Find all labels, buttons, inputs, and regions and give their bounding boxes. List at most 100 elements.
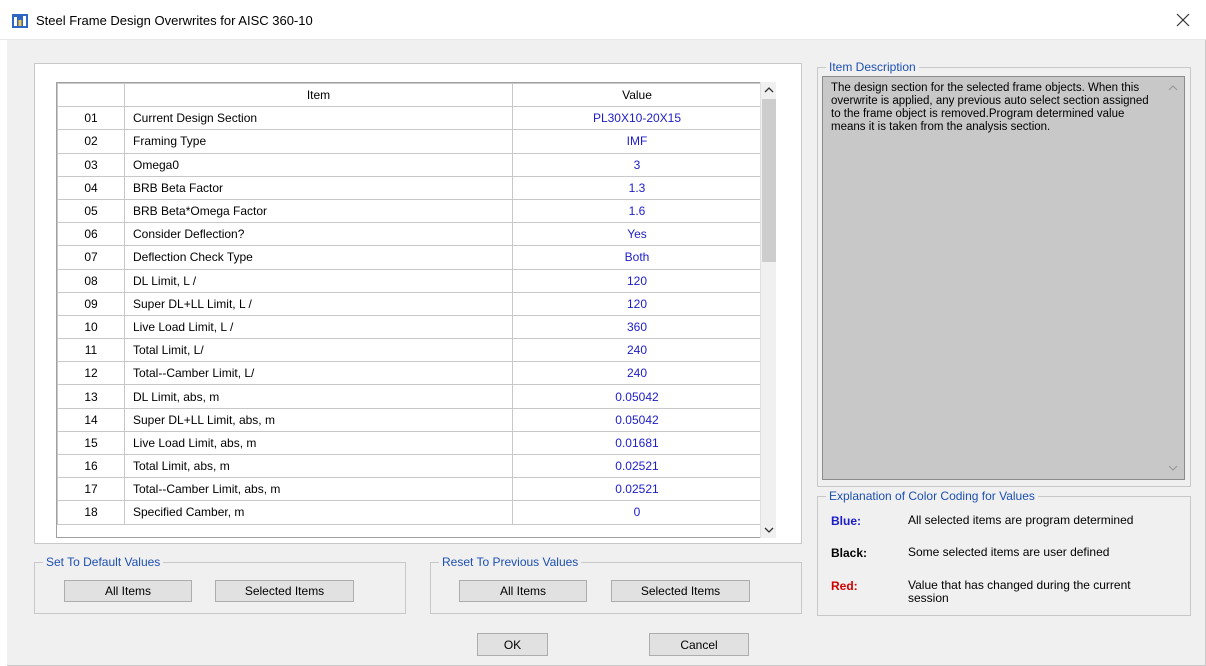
row-value[interactable]: 0.02521	[512, 477, 762, 502]
row-item[interactable]: Deflection Check Type	[124, 245, 513, 270]
app-icon	[12, 14, 28, 28]
row-item[interactable]: Live Load Limit, abs, m	[124, 430, 513, 456]
table-row[interactable]: 13 DL Limit, abs, m 0.05042	[57, 384, 762, 409]
legend-key-black: Black:	[831, 546, 868, 560]
row-value[interactable]: 0.05042	[512, 384, 762, 409]
row-value[interactable]: 3	[512, 152, 762, 177]
row-value[interactable]: 0	[512, 500, 762, 525]
row-item[interactable]: Current Design Section	[124, 106, 513, 131]
row-value[interactable]: Both	[512, 245, 762, 270]
scroll-down-arrow-icon[interactable]	[761, 522, 777, 538]
row-number: 03	[57, 152, 125, 177]
chevron-down-icon[interactable]	[1168, 463, 1178, 473]
row-value[interactable]: 240	[512, 338, 762, 363]
row-number: 16	[57, 453, 125, 479]
table-row[interactable]: 01 Current Design Section PL30X10-20X15	[57, 106, 762, 131]
table-row[interactable]: 17 Total--Camber Limit, abs, m 0.02521	[57, 477, 762, 502]
legend-key-red: Red:	[831, 579, 858, 593]
table-row[interactable]: 02 Framing Type IMF	[57, 129, 762, 154]
row-value[interactable]: 360	[512, 314, 762, 340]
row-number: 14	[57, 407, 125, 432]
default-selected-items-button[interactable]: Selected Items	[215, 580, 354, 602]
table-row[interactable]: 11 Total Limit, L/240	[57, 338, 762, 363]
reset-group: Reset To Previous Values All Items Selec…	[430, 555, 802, 614]
row-value[interactable]: PL30X10-20X15	[512, 106, 762, 131]
row-value[interactable]: 0.02521	[512, 453, 762, 479]
row-number: 18	[57, 500, 125, 525]
row-value[interactable]: 240	[512, 361, 762, 386]
item-description-box[interactable]: The design section for the selected fram…	[822, 76, 1185, 480]
row-item[interactable]: Super DL+LL Limit, abs, m	[124, 407, 513, 432]
row-number: 02	[57, 129, 125, 154]
table-row[interactable]: 09 Super DL+LL Limit, L /120	[57, 291, 762, 316]
reset-group-label: Reset To Previous Values	[439, 555, 582, 569]
header-item: Item	[124, 83, 513, 108]
row-item[interactable]: Live Load Limit, L /	[124, 314, 513, 340]
window-title: Steel Frame Design Overwrites for AISC 3…	[36, 13, 313, 28]
row-value[interactable]: 120	[512, 291, 762, 316]
table-row[interactable]: 04 BRB Beta Factor 1.3	[57, 175, 762, 200]
row-number: 06	[57, 222, 125, 247]
color-legend-group: Explanation of Color Coding for Values B…	[817, 489, 1191, 616]
scroll-thumb[interactable]	[762, 99, 776, 262]
table-row[interactable]: 12 Total--Camber Limit, L/240	[57, 361, 762, 386]
row-number: 07	[57, 245, 125, 270]
dialog-window: Steel Frame Design Overwrites for AISC 3…	[0, 0, 1206, 666]
row-value[interactable]: 120	[512, 268, 762, 293]
grid-header-row: Item Value	[57, 83, 762, 108]
row-item[interactable]: Omega0	[124, 152, 513, 177]
table-row[interactable]: 18 Specified Camber, m0	[57, 500, 762, 525]
grid-scrollbar[interactable]	[760, 82, 776, 538]
table-row[interactable]: 07 Deflection Check Type Both	[57, 245, 762, 270]
row-number: 01	[57, 106, 125, 131]
defaults-group: Set To Default Values All Items Selected…	[34, 555, 406, 614]
row-item[interactable]: BRB Beta*Omega Factor	[124, 198, 513, 224]
row-item[interactable]: DL Limit, abs, m	[124, 384, 513, 409]
reset-selected-items-button[interactable]: Selected Items	[611, 580, 750, 602]
row-item[interactable]: Total--Camber Limit, L/	[124, 361, 513, 386]
chevron-up-icon[interactable]	[1168, 83, 1178, 93]
cancel-button[interactable]: Cancel	[649, 633, 749, 656]
row-number: 09	[57, 291, 125, 316]
row-item[interactable]: Framing Type	[124, 129, 513, 154]
row-item[interactable]: Super DL+LL Limit, L /	[124, 291, 513, 316]
table-row[interactable]: 10 Live Load Limit, L /360	[57, 314, 762, 340]
row-item[interactable]: BRB Beta Factor	[124, 175, 513, 200]
table-row[interactable]: 08 DL Limit, L /120	[57, 268, 762, 293]
item-description-text: The design section for the selected fram…	[831, 82, 1149, 133]
legend-key-blue: Blue:	[831, 514, 861, 528]
row-item[interactable]: Total Limit, L/	[124, 338, 513, 363]
reset-all-items-button[interactable]: All Items	[459, 580, 587, 602]
header-number	[57, 83, 125, 108]
row-value[interactable]: 0.01681	[512, 430, 762, 456]
overwrites-grid[interactable]: Item Value 01 Current Design Section PL30X…	[56, 82, 776, 538]
row-value[interactable]: Yes	[512, 222, 762, 247]
row-value[interactable]: 1.3	[512, 175, 762, 200]
row-item[interactable]: Total Limit, abs, m	[124, 453, 513, 479]
item-description-label: Item Description	[826, 60, 919, 74]
row-item[interactable]: Total--Camber Limit, abs, m	[124, 477, 513, 502]
row-value[interactable]: 1.6	[512, 198, 762, 224]
scroll-up-arrow-icon[interactable]	[761, 82, 777, 98]
ok-button[interactable]: OK	[477, 633, 548, 656]
row-value[interactable]: 0.05042	[512, 407, 762, 432]
row-number: 17	[57, 477, 125, 502]
table-row[interactable]: 16 Total Limit, abs, m 0.02521	[57, 453, 762, 479]
table-row[interactable]: 06 Consider Deflection? Yes	[57, 222, 762, 247]
title-bar: Steel Frame Design Overwrites for AISC 3…	[0, 0, 1206, 40]
table-row[interactable]: 05 BRB Beta*Omega Factor 1.6	[57, 198, 762, 224]
row-item[interactable]: Specified Camber, m	[124, 500, 513, 525]
row-value[interactable]: IMF	[512, 129, 762, 154]
row-item[interactable]: DL Limit, L /	[124, 268, 513, 293]
table-row[interactable]: 14 Super DL+LL Limit, abs, m 0.05042	[57, 407, 762, 432]
row-number: 04	[57, 175, 125, 200]
table-row[interactable]: 15 Live Load Limit, abs, m 0.01681	[57, 430, 762, 456]
color-legend-label: Explanation of Color Coding for Values	[826, 489, 1038, 503]
default-all-items-button[interactable]: All Items	[64, 580, 192, 602]
row-item[interactable]: Consider Deflection?	[124, 222, 513, 247]
close-button[interactable]	[1160, 0, 1206, 40]
legend-desc-black: Some selected items are user defined	[908, 545, 1110, 559]
legend-desc-blue: All selected items are program determine…	[908, 513, 1134, 527]
table-row[interactable]: 03 Omega0 3	[57, 152, 762, 177]
close-icon	[1176, 13, 1190, 27]
